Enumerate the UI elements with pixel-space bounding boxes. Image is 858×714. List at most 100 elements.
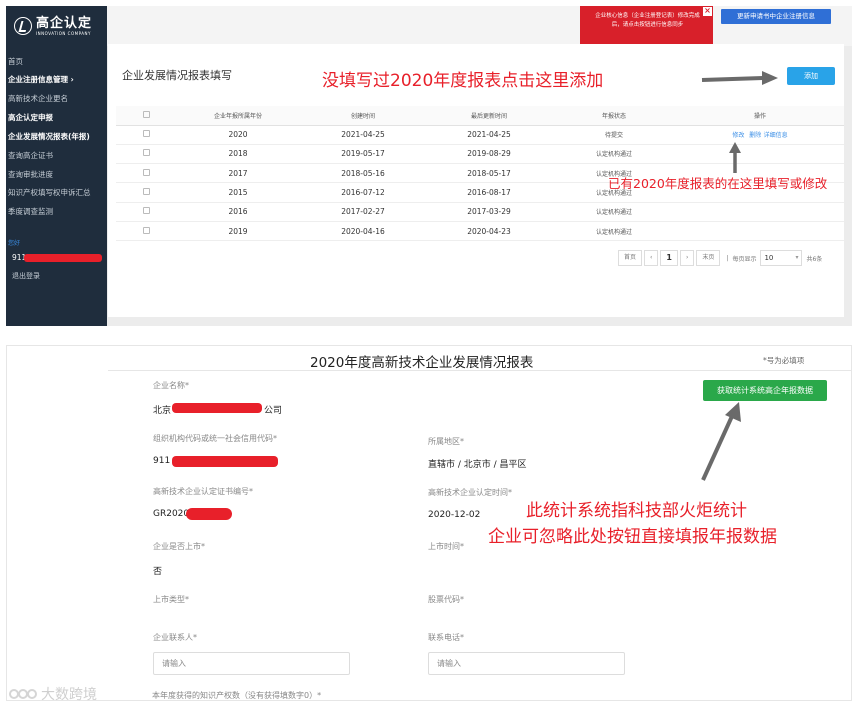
arrow-up-icon [729, 142, 741, 173]
cell-status: 待提交 [552, 125, 676, 145]
form-title: 2020年度高新技术企业发展情况报表 [310, 355, 534, 371]
arrow-right-icon [701, 71, 778, 85]
cell-year: 2016 [176, 202, 300, 222]
header-select-all[interactable] [116, 106, 176, 126]
listed-value: 否 [153, 567, 163, 577]
fetch-stats-button[interactable]: 获取统计系统高企年报数据 [703, 380, 827, 401]
pager-total: 共6条 [806, 255, 823, 263]
page-size-select[interactable]: 10 [760, 250, 803, 266]
phone-input[interactable] [428, 652, 625, 675]
header-updated: 最后更新时间 [426, 106, 552, 126]
update-registration-button[interactable]: 更新申请书中企业注册信息 [721, 9, 831, 24]
add-report-button[interactable]: 添加 [787, 67, 835, 85]
sidebar-item-registration[interactable]: 企业注册信息管理 › [6, 74, 107, 85]
checkbox[interactable] [142, 149, 150, 157]
cell-ops [676, 202, 844, 222]
cell-year: 2019 [176, 221, 300, 242]
pager-separator: | [726, 254, 729, 262]
logo-title: 高企认定 [36, 15, 93, 31]
header-ops: 操作 [676, 106, 844, 126]
checkbox[interactable] [142, 130, 150, 138]
cell-updated: 2019-08-29 [426, 144, 552, 165]
checkbox[interactable] [142, 168, 150, 176]
pager-first[interactable]: 首页 [618, 250, 643, 266]
row-checkbox-cell[interactable] [116, 163, 176, 184]
checkbox[interactable] [142, 207, 150, 215]
close-icon[interactable]: × [703, 7, 712, 16]
phone-label: 联系电话* [428, 633, 464, 642]
cert-time-label: 高新技术企业认定时间* [428, 488, 512, 497]
cell-ops [676, 221, 844, 242]
company-name-label: 企业名称* [153, 381, 189, 390]
contact-label: 企业联系人* [153, 633, 197, 642]
cell-updated: 2016-08-17 [426, 182, 552, 203]
company-name-suffix: 公司 [264, 406, 283, 416]
sidebar-item-quarterly[interactable]: 季度调查监测 [6, 206, 107, 217]
listed-label: 企业是否上市* [153, 542, 205, 551]
redaction-mark [172, 403, 262, 413]
contact-input[interactable] [153, 652, 350, 675]
row-checkbox-cell[interactable] [116, 125, 176, 145]
sync-alert: 企业核心信息（企业注册登记表）修改完成后，请点击按钮进行信息同步 × [580, 6, 713, 44]
cell-updated: 2020-04-23 [426, 221, 552, 242]
row-checkbox-cell[interactable] [116, 202, 176, 222]
cert-time-value: 2020-12-02 [428, 510, 481, 520]
cell-year: 2020 [176, 125, 300, 145]
delete-link[interactable]: 删除 [749, 132, 761, 139]
annotation-edit-hint: 已有2020年度报表的在这里填写或修改 [608, 176, 828, 191]
pager-size-label: 每页显示 [732, 255, 757, 263]
sidebar-item-certificate[interactable]: 查询高企证书 [6, 150, 107, 161]
region-label: 所属地区* [428, 437, 464, 446]
watermark-logo-icon [7, 685, 39, 703]
header-created: 创建时间 [300, 106, 426, 126]
pagination: 首页 ‹ 1 › 末页 | 每页显示 10 共6条 [618, 250, 822, 266]
pager-last[interactable]: 末页 [696, 250, 721, 266]
sidebar-item-progress[interactable]: 查询审批进度 [6, 169, 107, 180]
listed-time-label: 上市时间* [428, 542, 464, 551]
sidebar-item-rename[interactable]: 高新技术企业更名 [6, 93, 107, 104]
listed-type-label: 上市类型* [153, 595, 189, 604]
checkbox[interactable] [142, 188, 150, 196]
logout-link[interactable]: 退出登录 [12, 271, 40, 281]
cell-created: 2018-05-16 [300, 163, 426, 184]
cert-no-value: GR2020 [153, 509, 190, 519]
cell-status: 认定机构通过 [552, 221, 676, 242]
pager-current[interactable]: 1 [660, 250, 678, 266]
redaction-mark [186, 508, 232, 520]
credit-code-value: 911 [153, 456, 171, 466]
cell-year: 2017 [176, 163, 300, 184]
cert-no-label: 高新技术企业认定证书编号* [153, 487, 253, 496]
header-year: 企业年报所属年份 [176, 106, 300, 126]
pager-next[interactable]: › [680, 250, 695, 266]
page-title: 企业发展情况报表填写 [122, 69, 232, 82]
table-row: 2019 2020-04-16 2020-04-23 认定机构通过 [116, 221, 844, 242]
pager-prev[interactable]: ‹ [644, 250, 659, 266]
watermark: 大数跨境 [7, 684, 97, 704]
sidebar-item-home[interactable]: 首页 [6, 56, 107, 67]
cell-created: 2017-02-27 [300, 202, 426, 222]
cell-updated: 2021-04-25 [426, 125, 552, 145]
cell-year: 2015 [176, 182, 300, 203]
edit-link[interactable]: 修改 [732, 132, 744, 139]
redaction-mark [24, 254, 102, 262]
cell-updated: 2018-05-17 [426, 163, 552, 184]
cell-status: 认定机构通过 [552, 202, 676, 222]
row-checkbox-cell[interactable] [116, 221, 176, 242]
row-checkbox-cell[interactable] [116, 144, 176, 165]
table-header-row: 企业年报所属年份 创建时间 最后更新时间 年报状态 操作 [116, 106, 844, 126]
sync-alert-text: 企业核心信息（企业注册登记表）修改完成后，请点击按钮进行信息同步 [595, 13, 700, 28]
ip-count-label: 本年度获得的知识产权数（没有获得填数字0）* [152, 691, 322, 700]
sidebar-item-certification[interactable]: 高企认定申报 [6, 112, 107, 123]
stock-code-label: 股票代码* [428, 595, 464, 604]
sidebar-item-annual-report[interactable]: 企业发展情况报表(年报) [6, 131, 107, 142]
required-note: *号为必填项 [763, 356, 805, 365]
cell-created: 2019-05-17 [300, 144, 426, 165]
credit-code-label: 组织机构代码或统一社会信用代码* [153, 434, 277, 443]
checkbox[interactable] [142, 226, 150, 234]
cell-created: 2016-07-12 [300, 182, 426, 203]
detail-link[interactable]: 详细信息 [764, 132, 788, 139]
sidebar: 高企认定 INNOVATION COMPANY 首页 企业注册信息管理 › 高新… [6, 6, 107, 326]
sidebar-item-ip-summary[interactable]: 知识产权填写权申诉汇总 [6, 187, 107, 198]
checkbox[interactable] [142, 110, 150, 118]
row-checkbox-cell[interactable] [116, 182, 176, 203]
